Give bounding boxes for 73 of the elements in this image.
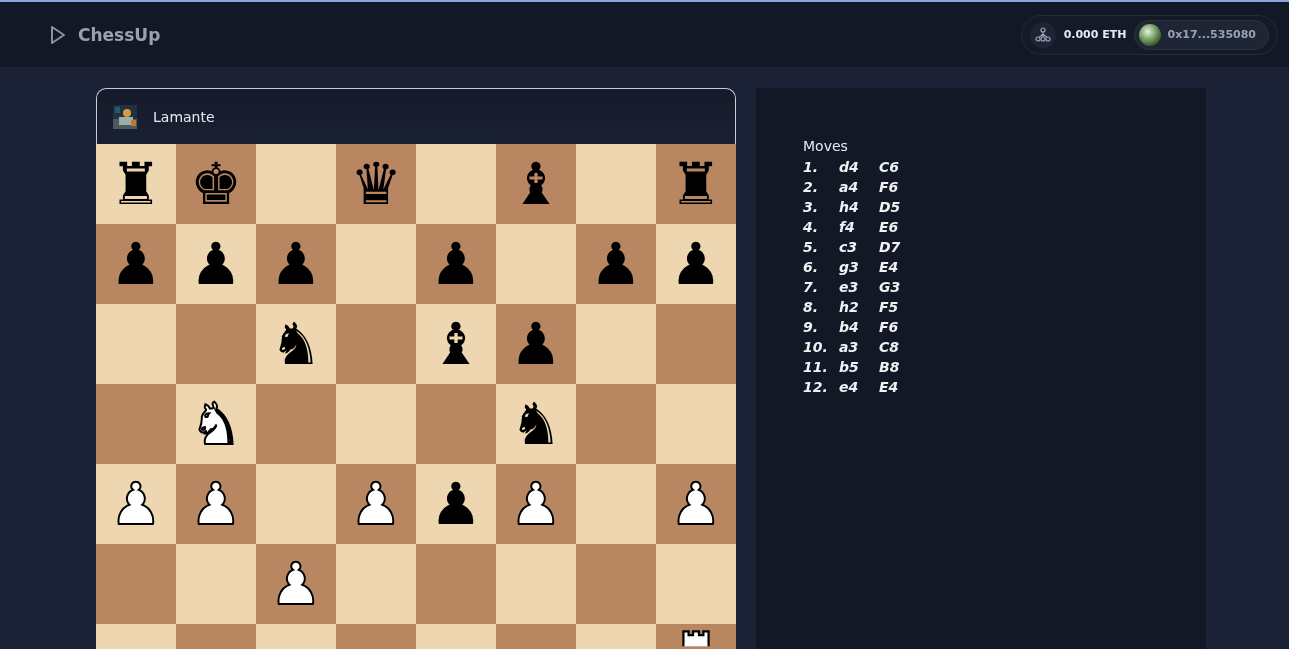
move-number: 11. [803,359,829,375]
chess-piece[interactable]: ♞ [270,315,322,373]
chess-piece[interactable]: ♟ [190,235,242,293]
board-square[interactable]: ♛ [336,144,416,224]
chess-piece[interactable]: ♜ [670,155,722,213]
chess-piece[interactable]: ♟ [590,235,642,293]
chess-piece[interactable]: ♝ [430,315,482,373]
board-square[interactable]: ♟ [656,224,736,304]
move-text: E4 [879,379,900,395]
account-button[interactable]: 0x17...535080 [1134,19,1269,50]
eth-balance: 0.000 ETH [1063,28,1127,41]
move-text: E4 [879,259,900,275]
move-text: a4 [839,179,860,195]
board-square[interactable]: ♝ [496,144,576,224]
board-square[interactable]: ♝ [416,304,496,384]
move-number: 3. [803,199,820,215]
move-text: b5 [839,359,860,375]
chess-piece[interactable]: ♞ [510,395,562,453]
board-square[interactable]: ♞ [496,384,576,464]
move-text: e4 [839,379,860,395]
move-text: F6 [879,179,900,195]
board-square[interactable]: ♚ [176,144,256,224]
board-square[interactable]: ♟ [576,224,656,304]
chess-piece[interactable]: ♛ [350,155,402,213]
move-text: d4 [839,159,860,175]
chess-piece[interactable]: ♟ [110,235,162,293]
board-square[interactable]: ♜ [96,144,176,224]
board-square[interactable]: ♟ [416,464,496,544]
move-text: F6 [879,319,900,335]
board-square[interactable]: ♟ [496,304,576,384]
app-logo[interactable]: ChessUp [78,24,161,45]
move-text: G3 [879,279,902,295]
move-number: 7. [803,279,820,295]
move-number: 1. [803,159,820,175]
board-square[interactable]: ♟ [416,224,496,304]
move-number: 12. [803,379,829,395]
move-text: c3 [839,239,859,255]
move-text: E6 [879,219,900,235]
move-number: 4. [803,219,820,235]
chess-piece[interactable]: ♚ [190,155,242,213]
board-square[interactable]: ♜ [656,144,736,224]
move-text: C6 [879,159,900,175]
player-name: Lamante [153,108,215,125]
chess-piece[interactable]: ♟ [270,235,322,293]
move-number: 10. [803,339,829,355]
moves-heading: Moves [803,138,849,154]
move-text: a3 [839,339,860,355]
board-square[interactable]: ♟ [96,224,176,304]
move-number: 9. [803,319,820,335]
chess-piece[interactable]: ♝ [510,155,562,213]
move-text: b4 [839,319,860,335]
board-square[interactable]: ♞ [256,304,336,384]
chess-piece[interactable]: ♟ [510,315,562,373]
move-number: 8. [803,299,820,315]
move-text: C8 [879,339,900,355]
chess-piece[interactable]: ♜ [110,155,162,213]
move-text: e3 [839,279,860,295]
move-text: D7 [879,239,902,255]
chess-piece[interactable]: ♟ [670,235,722,293]
move-text: g3 [839,259,860,275]
board-square[interactable]: ♟ [256,224,336,304]
move-text: h2 [839,299,860,315]
move-text: B8 [879,359,901,375]
move-number: 2. [803,179,820,195]
move-number: 5. [803,239,820,255]
chess-piece[interactable]: ♟ [430,475,482,533]
chess-piece[interactable]: ♟ [430,235,482,293]
move-number: 6. [803,259,820,275]
move-text: D5 [879,199,902,215]
board-square[interactable]: ♟ [176,224,256,304]
move-text: f4 [839,219,856,235]
move-text: F5 [879,299,900,315]
move-text: h4 [839,199,860,215]
